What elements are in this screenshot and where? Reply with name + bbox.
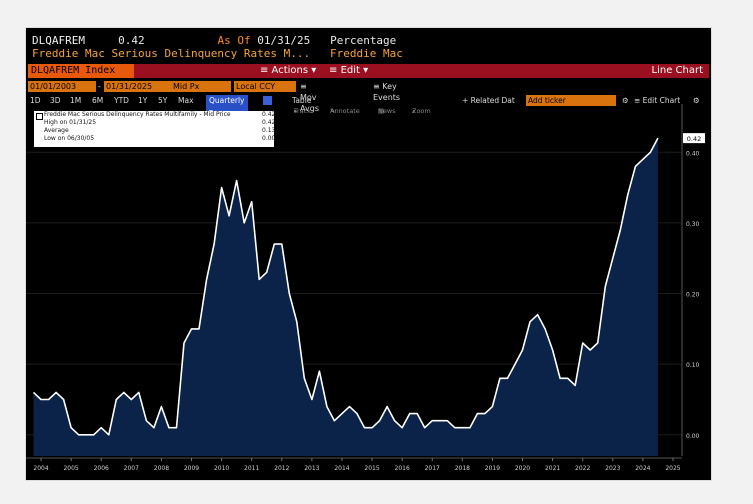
x-tick-label: 2021 [545,465,560,472]
x-tick-label: 2004 [33,465,48,472]
y-tick-label: 0.20 [686,292,700,299]
legend-box: Freddie Mac Serious Delinquency Rates Mu… [34,111,276,147]
x-tick-label: 2016 [395,465,410,472]
legend-average-value: 0.13 [262,127,276,134]
last-value-marker: 0.42 [683,133,705,144]
x-tick-label: 2018 [455,465,470,472]
x-tick-label: 2011 [244,465,259,472]
legend-high-value: 0.42 [262,119,276,126]
x-tick-label: 2015 [364,465,379,472]
legend-low-value: 0.00 [262,135,276,142]
y-tick-label: 0.10 [686,362,700,369]
legend-low-label: Low on 06/30/05 [44,135,95,142]
y-tick-label: 0.00 [686,433,700,440]
y-axis: 0.00 0.10 0.20 0.30 0.40 [681,104,700,456]
x-tick-label: 2017 [425,465,440,472]
last-value-label: 0.42 [687,135,701,143]
y-tick-label: 0.30 [686,221,700,228]
terminal-window: DLQAFREM 0.42 As Of 01/31/25 Percentage … [26,28,711,480]
x-tick-label: 2006 [94,465,109,472]
legend-series-name: Freddie Mac Serious Delinquency Rates Mu… [44,111,231,118]
x-tick-label: 2010 [214,465,229,472]
x-tick-label: 2024 [635,465,650,472]
x-tick-label: 2007 [124,465,139,472]
x-tick-label: 2012 [274,465,289,472]
legend-checkbox[interactable] [36,113,43,120]
series-area [33,138,658,456]
x-tick-label: 2023 [605,465,620,472]
legend-average-label: Average [44,127,69,134]
x-tick-label: 2009 [184,465,199,472]
x-tick-label: 2013 [304,465,319,472]
chart-canvas: 0.000.100.200.300.40 2004 2005 2006 2007 200… [26,104,705,472]
legend-high-label: High on 01/31/25 [44,119,97,126]
y-tick-label: 0.40 [686,150,700,157]
x-tick-label: 2025 [665,465,680,472]
x-tick-label: 2014 [334,465,349,472]
x-tick-label: 2005 [63,465,78,472]
x-tick-label: 2008 [154,465,169,472]
x-tick-label: 2019 [485,465,500,472]
x-axis: 2004 2005 2006 2007 2008 2009 2010 2011 2012 2013… [26,457,682,472]
x-tick-label: 2020 [515,465,530,472]
legend-series-value: 0.42 [262,111,276,118]
x-tick-label: 2022 [575,465,590,472]
